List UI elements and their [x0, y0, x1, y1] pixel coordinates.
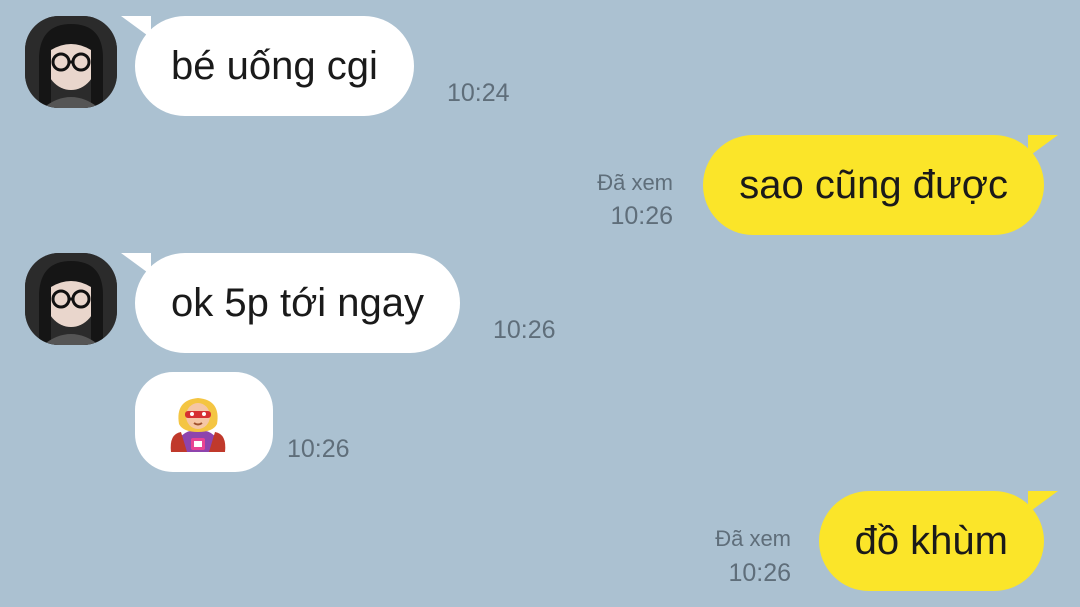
- message-bubble[interactable]: ok 5p tới ngay: [121, 253, 461, 353]
- chat-thread: bé uống cgi 10:24 Đã xem 10:26 sao cũng …: [0, 0, 1080, 607]
- message-text: sao cũng được: [739, 163, 1008, 207]
- contact-avatar[interactable]: [25, 253, 117, 345]
- message-text: ok 5p tới ngay: [171, 281, 425, 325]
- message-time: 10:26: [610, 202, 673, 230]
- message-bubble[interactable]: đồ khùm: [818, 491, 1058, 591]
- message-text: đồ khùm: [854, 519, 1008, 563]
- contact-avatar[interactable]: [25, 16, 117, 108]
- message-time: 10:24: [447, 79, 510, 107]
- read-status: Đã xem: [597, 170, 673, 195]
- message-bubble[interactable]: bé uống cgi: [121, 16, 414, 116]
- message-time: 10:26: [287, 435, 350, 463]
- message-bubble[interactable]: sao cũng được: [703, 135, 1058, 235]
- superhero-woman-icon: [170, 398, 226, 452]
- bubble-tail: [1028, 135, 1058, 157]
- message-text: bé uống cgi: [171, 44, 378, 88]
- read-status: Đã xem: [715, 526, 791, 551]
- message-time: 10:26: [728, 559, 791, 587]
- bubble-tail: [121, 253, 151, 275]
- bubble-tail: [121, 16, 151, 38]
- message-time: 10:26: [493, 316, 556, 344]
- emoji-message-bubble[interactable]: [135, 372, 273, 472]
- bubble-tail: [1028, 491, 1058, 513]
